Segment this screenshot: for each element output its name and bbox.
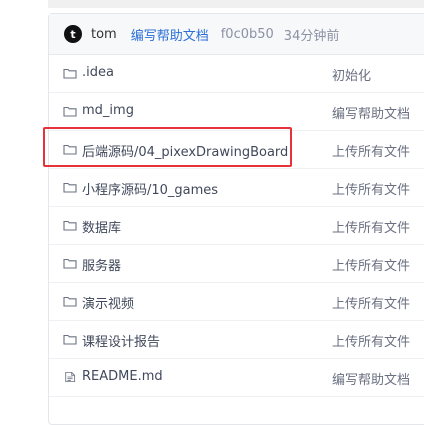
file-commit-message[interactable]: 上传所有文件 <box>332 217 410 236</box>
file-name-link[interactable]: .idea <box>82 65 114 80</box>
file-commit-message[interactable]: 上传所有文件 <box>332 255 410 274</box>
avatar[interactable]: t <box>64 25 82 43</box>
folder-icon <box>63 258 77 269</box>
top-strip <box>48 0 424 8</box>
file-name-link[interactable]: README.md <box>82 369 163 384</box>
file-commit-message[interactable]: 编写帮助文档 <box>332 103 410 122</box>
folder-icon <box>63 296 77 307</box>
file-name-link[interactable]: 演示视频 <box>82 293 134 312</box>
commit-time: 34分钟前 <box>283 28 340 44</box>
folder-icon <box>63 182 77 193</box>
file-name-link[interactable]: 课程设计报告 <box>82 331 160 350</box>
list-item[interactable]: 数据库 上传所有文件 <box>49 207 424 245</box>
commit-author[interactable]: tom <box>91 27 117 42</box>
list-item[interactable]: README.md 编写帮助文档 <box>49 359 424 397</box>
file-list-panel: t tom 编写帮助文档 f0c0b50 34分钟前 .idea 初始化 md_… <box>48 13 424 425</box>
file-name-link[interactable]: 小程序源码/10_games <box>82 179 218 198</box>
folder-icon <box>63 334 77 345</box>
folder-icon <box>63 106 77 117</box>
folder-icon <box>63 68 77 79</box>
file-commit-message[interactable]: 上传所有文件 <box>332 331 410 350</box>
list-item[interactable]: 课程设计报告 上传所有文件 <box>49 321 424 359</box>
file-name-link[interactable]: md_img <box>82 103 134 118</box>
commit-message-link[interactable]: 编写帮助文档 <box>131 25 209 44</box>
file-name-link[interactable]: 服务器 <box>82 255 121 274</box>
list-item[interactable]: 演示视频 上传所有文件 <box>49 283 424 321</box>
file-icon <box>65 371 76 383</box>
file-commit-message[interactable]: 上传所有文件 <box>332 179 410 198</box>
list-item[interactable]: 服务器 上传所有文件 <box>49 245 424 283</box>
file-name-link[interactable]: 数据库 <box>82 217 121 236</box>
highlight-box <box>43 127 292 167</box>
list-item[interactable]: .idea 初始化 <box>49 55 424 93</box>
file-commit-message[interactable]: 上传所有文件 <box>332 293 410 312</box>
file-commit-message[interactable]: 编写帮助文档 <box>332 369 410 388</box>
latest-commit-bar: t tom 编写帮助文档 f0c0b50 34分钟前 <box>49 14 424 55</box>
commit-hash[interactable]: f0c0b50 <box>221 27 274 42</box>
file-commit-message[interactable]: 上传所有文件 <box>332 141 410 160</box>
folder-icon <box>63 220 77 231</box>
list-item[interactable]: 小程序源码/10_games 上传所有文件 <box>49 169 424 207</box>
list-item[interactable]: md_img 编写帮助文档 <box>49 93 424 131</box>
file-commit-message[interactable]: 初始化 <box>332 65 371 84</box>
